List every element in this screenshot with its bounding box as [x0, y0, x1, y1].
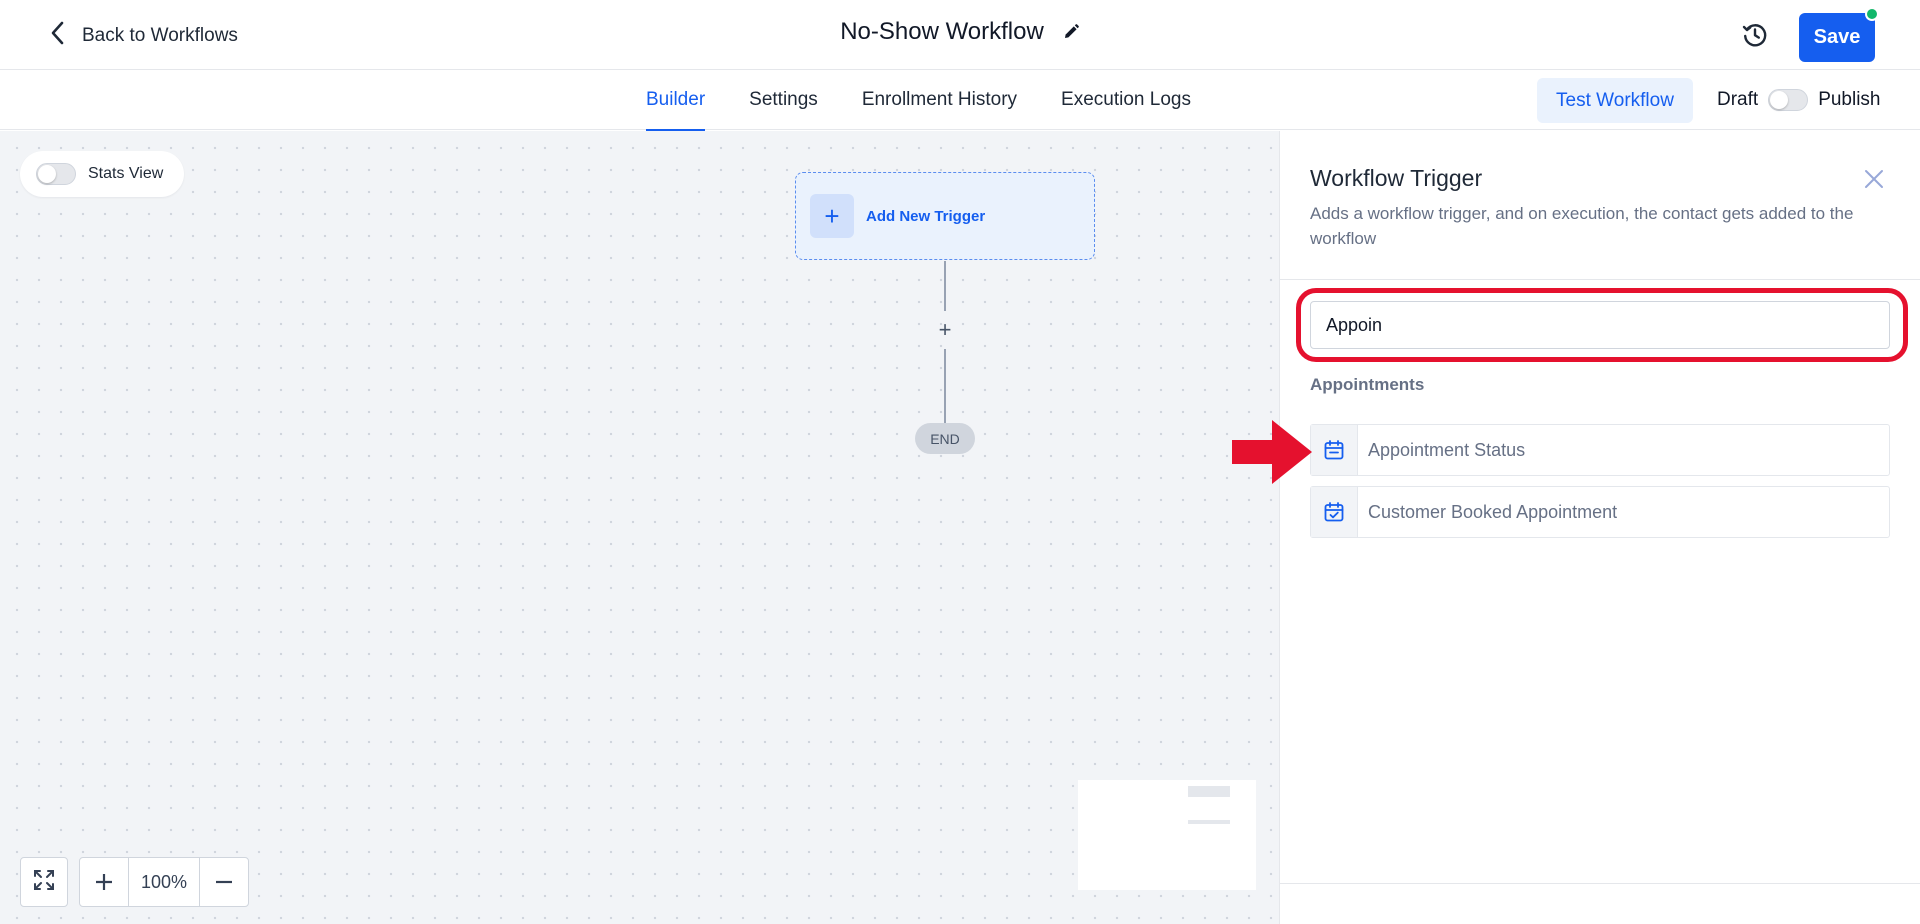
panel-title: Workflow Trigger: [1310, 165, 1483, 191]
stats-view-label: Stats View: [88, 165, 164, 182]
zoom-out-button[interactable]: [200, 858, 248, 906]
tab-builder[interactable]: Builder: [646, 70, 706, 131]
option-appointment-status[interactable]: Appointment Status: [1310, 424, 1890, 476]
panel-description: Adds a workflow trigger, and on executio…: [1310, 204, 1854, 248]
publish-toggle[interactable]: [1768, 89, 1809, 111]
stats-view-toggle[interactable]: [36, 163, 76, 185]
group-label-appointments: Appointments: [1310, 375, 1425, 394]
divider: [1280, 883, 1920, 884]
publish-label: Publish: [1818, 89, 1881, 110]
zoom-controls: 100%: [79, 857, 249, 907]
tab-bar: Builder Settings Enrollment History Exec…: [0, 70, 1920, 131]
end-node: END: [915, 423, 975, 454]
save-label: Save: [1813, 26, 1861, 48]
toggle-knob: [38, 165, 56, 183]
workflow-trigger-panel: Workflow Trigger Adds a workflow trigger…: [1279, 131, 1920, 924]
save-button[interactable]: Save: [1799, 7, 1879, 62]
calendar-check-icon: [1311, 487, 1358, 537]
connector-line: [944, 349, 946, 423]
option-customer-booked-appointment[interactable]: Customer Booked Appointment: [1310, 486, 1890, 538]
minimap-node: [1188, 820, 1230, 824]
add-new-trigger-node[interactable]: + Add New Trigger: [795, 172, 1095, 260]
connector-line: [944, 261, 946, 311]
divider: [1280, 279, 1920, 280]
history-icon[interactable]: [1740, 20, 1770, 50]
fit-view-button[interactable]: [20, 857, 68, 907]
tab-list: Builder Settings Enrollment History Exec…: [646, 70, 1235, 131]
draft-label: Draft: [1717, 89, 1759, 110]
option-label: Appointment Status: [1368, 439, 1526, 460]
tab-enrollment-history[interactable]: Enrollment History: [862, 70, 1017, 130]
zoom-level: 100%: [128, 858, 200, 906]
publish-toggle-group: Draft Publish: [1717, 70, 1881, 130]
title-area: No-Show Workflow: [0, 18, 1920, 46]
add-step-button[interactable]: +: [932, 317, 958, 343]
plus-icon: +: [810, 194, 854, 238]
test-workflow-button[interactable]: Test Workflow: [1537, 78, 1693, 123]
close-icon[interactable]: [1862, 167, 1886, 191]
toggle-knob: [1770, 91, 1789, 109]
workflow-title: No-Show Workflow: [840, 18, 1044, 45]
minimap[interactable]: [1078, 780, 1256, 890]
add-new-trigger-label: Add New Trigger: [866, 207, 986, 225]
top-header: Back to Workflows No-Show Workflow Save: [0, 0, 1920, 70]
tab-execution-logs[interactable]: Execution Logs: [1061, 70, 1191, 130]
expand-icon: [32, 868, 56, 897]
option-label: Customer Booked Appointment: [1368, 501, 1618, 522]
calendar-icon: [1311, 425, 1358, 475]
tab-settings[interactable]: Settings: [749, 70, 818, 130]
pencil-icon[interactable]: [1062, 23, 1080, 41]
minimap-node: [1188, 786, 1230, 797]
zoom-in-button[interactable]: [80, 858, 128, 906]
stats-view-toggle-group: Stats View: [20, 151, 184, 197]
pointer-arrow-icon: [1232, 420, 1312, 484]
trigger-search-input[interactable]: [1310, 301, 1890, 349]
workflow-canvas[interactable]: Stats View + Add New Trigger + END 100%: [0, 131, 1279, 924]
status-dot: [1865, 7, 1879, 21]
